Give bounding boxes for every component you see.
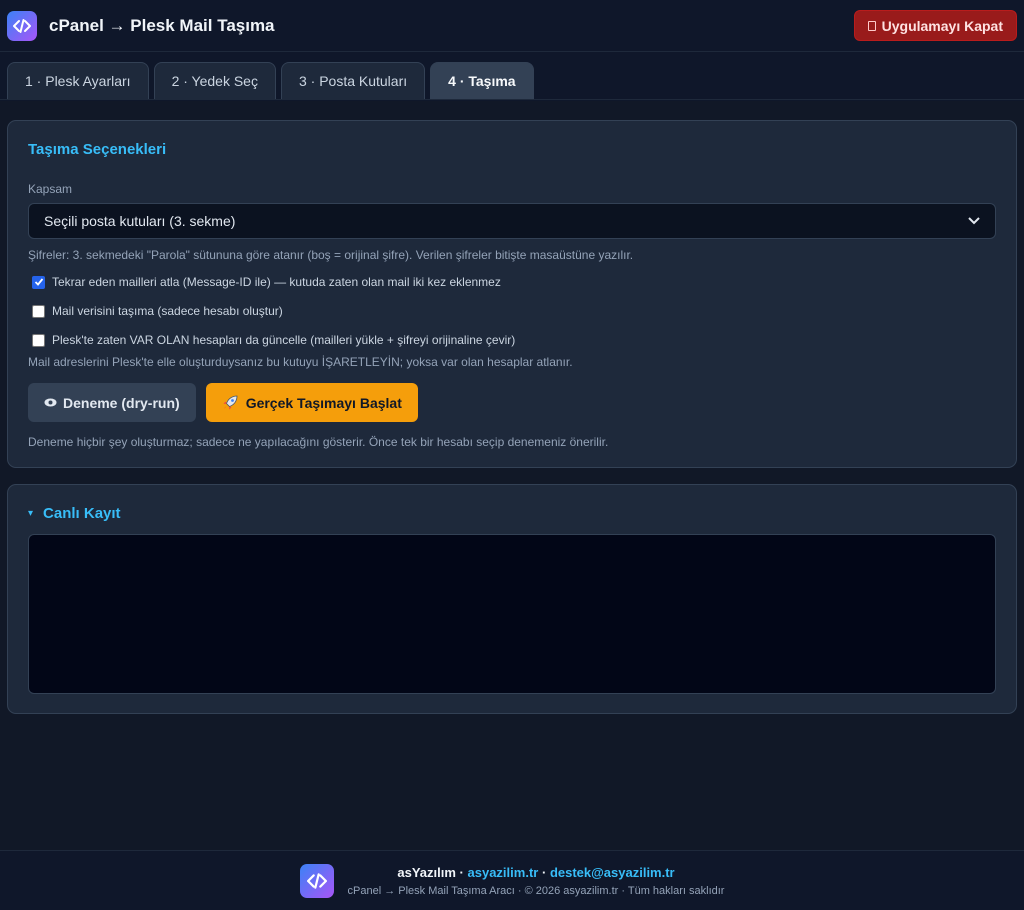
scope-label: Kapsam xyxy=(28,182,73,196)
footer-website-link[interactable]: asyazilim.tr xyxy=(468,865,539,880)
scope-select[interactable]: Seçili posta kutuları (3. sekme) xyxy=(28,203,996,239)
scope-select-value: Seçili posta kutuları (3. sekme) xyxy=(44,213,236,229)
tab-plesk-settings[interactable]: 1 · Plesk Ayarları xyxy=(7,62,149,99)
skip-duplicates-checkbox[interactable] xyxy=(32,275,45,289)
chevron-down-icon xyxy=(968,217,980,225)
footer-brand-line: asYazılım · asyazilim.tr · destek@asyazi… xyxy=(348,865,725,880)
code-brackets-icon xyxy=(7,10,37,41)
update-existing-checkbox[interactable] xyxy=(32,333,45,347)
check-icon xyxy=(34,278,43,286)
caret-down-icon: ▾ xyxy=(28,508,34,519)
skip-mail-data-checkbox[interactable] xyxy=(32,304,45,318)
start-migration-label: Gerçek Taşımayı Başlat xyxy=(245,394,402,411)
skip-mail-data-label: Mail verisini taşıma (sadece hesabı oluş… xyxy=(52,304,283,318)
password-hint: Şifreler: 3. sekmedeki "Parola" sütununa… xyxy=(28,248,634,262)
footer-copyright: cPanel → Plesk Mail Taşıma Aracı · © 202… xyxy=(347,884,725,897)
update-existing-label: Plesk'te zaten VAR OLAN hesapları da gün… xyxy=(52,333,516,347)
footer-brand: asYazılım xyxy=(397,864,456,880)
app-header: cPanel → Plesk Mail Taşıma Uygulamayı Ka… xyxy=(0,0,1024,52)
live-log-card: ▾ Canlı Kayıt xyxy=(7,484,1017,714)
dry-run-button[interactable]: Deneme (dry-run) xyxy=(28,383,196,422)
tab-mailboxes[interactable]: 3 · Posta Kutuları xyxy=(280,62,426,99)
main-content: Taşıma Seçenekleri Kapsam Seçili posta k… xyxy=(0,101,1024,850)
rocket-icon xyxy=(223,395,238,409)
action-buttons: Deneme (dry-run) Gerçek Taşımayı Başlat xyxy=(28,383,996,422)
live-log-title: Canlı Kayıt xyxy=(43,505,121,522)
start-migration-button[interactable]: Gerçek Taşımayı Başlat xyxy=(205,383,418,422)
dry-run-label: Deneme (dry-run) xyxy=(63,394,180,411)
update-existing-option[interactable]: Plesk'te zaten VAR OLAN hesapları da gün… xyxy=(32,333,996,347)
skip-duplicates-option[interactable]: Tekrar eden mailleri atla (Message-ID il… xyxy=(32,275,996,289)
live-log-output[interactable] xyxy=(28,534,996,694)
footer-text: asYazılım · asyazilim.tr · destek@asyazi… xyxy=(348,865,725,897)
close-app-label: Uygulamayı Kapat xyxy=(881,17,1003,34)
tab-bar: 1 · Plesk Ayarları 2 · Yedek Seç 3 · Pos… xyxy=(0,52,1024,100)
footer-email-link[interactable]: destek@asyazilim.tr xyxy=(550,865,675,880)
close-app-button[interactable]: Uygulamayı Kapat xyxy=(853,10,1017,41)
footer: asYazılım · asyazilim.tr · destek@asyazi… xyxy=(0,850,1024,910)
skip-mail-data-option[interactable]: Mail verisini taşıma (sadece hesabı oluş… xyxy=(32,304,996,318)
tab-migration[interactable]: 4 · Taşıma xyxy=(430,62,534,99)
footer-logo-icon xyxy=(299,863,334,898)
live-log-header[interactable]: ▾ Canlı Kayıt xyxy=(28,505,996,522)
options-title: Taşıma Seçenekleri xyxy=(28,141,167,158)
app-title: cPanel → Plesk Mail Taşıma xyxy=(49,15,275,35)
close-icon xyxy=(867,20,876,31)
existing-accounts-hint: Mail adreslerini Plesk'te elle oluşturdu… xyxy=(28,355,573,369)
dry-run-hint: Deneme hiçbir şey oluşturmaz; sadece ne … xyxy=(28,435,609,449)
footer-separator: · xyxy=(459,864,464,880)
tab-select-backup[interactable]: 2 · Yedek Seç xyxy=(153,62,276,99)
eye-icon xyxy=(44,398,57,407)
footer-separator: · xyxy=(541,864,547,880)
skip-duplicates-label: Tekrar eden mailleri atla (Message-ID il… xyxy=(52,275,501,289)
migration-options-card: Taşıma Seçenekleri Kapsam Seçili posta k… xyxy=(7,120,1017,468)
